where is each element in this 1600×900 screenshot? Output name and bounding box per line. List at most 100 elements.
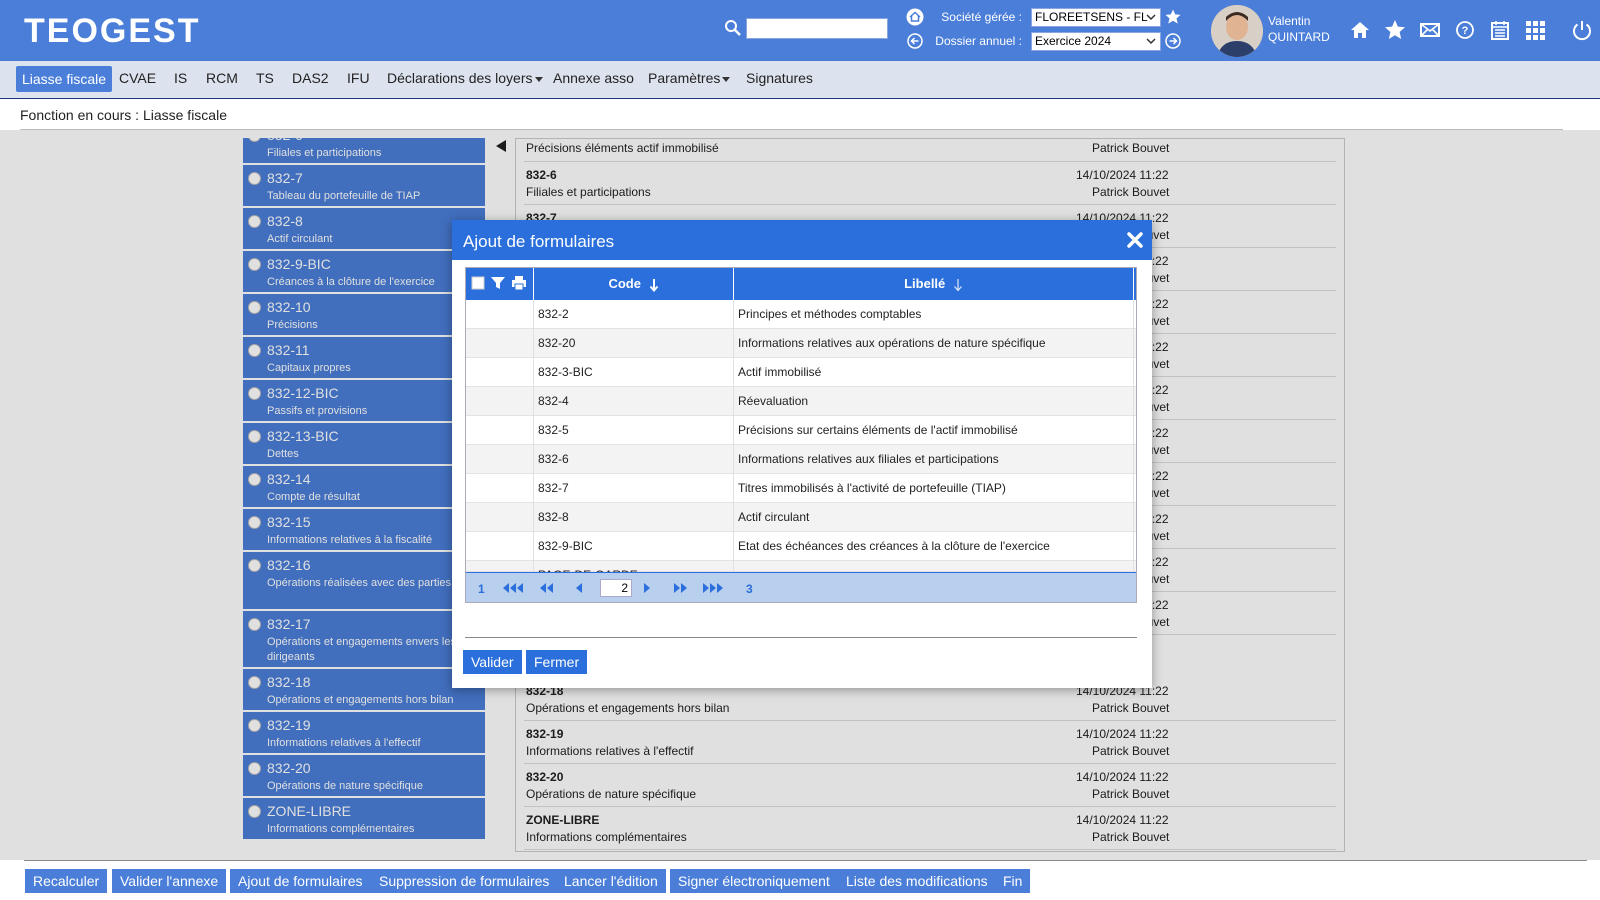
delete-forms-button[interactable]: Suppression de formulaires bbox=[371, 869, 558, 893]
star-favorite-icon[interactable] bbox=[1164, 8, 1182, 26]
main-menu: Liasse fiscale CVAE IS RCM TS DAS2 IFU D… bbox=[0, 61, 1600, 99]
launch-edition-button[interactable]: Lancer l'édition bbox=[556, 869, 666, 893]
forms-grid: Code Libellé 832-2 Principes et méthodes … bbox=[465, 267, 1137, 603]
cell-libelle: Informations relatives aux opérations de… bbox=[734, 329, 1134, 358]
apps-grid-icon[interactable] bbox=[1523, 18, 1547, 42]
societe-label: Société gérée : bbox=[941, 10, 1022, 24]
arrow-right-circle-icon[interactable] bbox=[1164, 32, 1182, 50]
cell-libelle: Titres immobilisés à l'activité de porte… bbox=[734, 474, 1134, 503]
filter-icon[interactable] bbox=[490, 275, 506, 291]
table-row[interactable]: 832-5 Précisions sur certains éléments de… bbox=[466, 416, 1136, 445]
search-icon[interactable] bbox=[724, 19, 742, 37]
add-forms-button[interactable]: Ajout de formulaires bbox=[230, 869, 371, 893]
cell-code: 832-7 bbox=[534, 474, 734, 503]
cell-code: 832-2 bbox=[534, 300, 734, 329]
dialog-title: Ajout de formulaires bbox=[463, 232, 615, 251]
recalculate-button[interactable]: Recalculer bbox=[25, 869, 108, 893]
cell-code: 832-9-BIC bbox=[534, 532, 734, 561]
top-header: TEOGEST Société gérée : FLOREETSENS - FL… bbox=[0, 0, 1600, 61]
avatar-portrait bbox=[1211, 5, 1263, 57]
validate-annex-button[interactable]: Valider l'annexe bbox=[112, 869, 227, 893]
cell-code: 832-3-BIC bbox=[534, 358, 734, 387]
prev-block-icon[interactable] bbox=[539, 582, 555, 594]
finish-button[interactable]: Fin bbox=[995, 869, 1031, 893]
svg-text:?: ? bbox=[1462, 25, 1469, 37]
table-row[interactable]: 832-8 Actif circulant bbox=[466, 503, 1136, 532]
validate-button[interactable]: Valider bbox=[463, 650, 522, 674]
page-input[interactable]: 2 bbox=[600, 579, 632, 597]
prev-page-icon[interactable] bbox=[574, 582, 584, 594]
select-all-checkbox[interactable] bbox=[470, 275, 486, 291]
table-row[interactable]: 832-3-BIC Actif immobilisé bbox=[466, 358, 1136, 387]
close-icon[interactable] bbox=[1125, 230, 1145, 250]
cell-code: 832-8 bbox=[534, 503, 734, 532]
home-icon[interactable] bbox=[1348, 18, 1372, 42]
close-button[interactable]: Fermer bbox=[526, 650, 588, 674]
mail-icon[interactable] bbox=[1418, 18, 1442, 42]
menu-das2[interactable]: DAS2 bbox=[292, 70, 329, 86]
table-row[interactable]: 832-9-BIC Etat des échéances des créances… bbox=[466, 532, 1136, 561]
menu-is[interactable]: IS bbox=[174, 70, 187, 86]
cell-libelle: Précisions sur certains éléments de l'ac… bbox=[734, 416, 1134, 445]
menu-cvae[interactable]: CVAE bbox=[119, 70, 156, 86]
menu-ts[interactable]: TS bbox=[256, 70, 274, 86]
menu-signatures[interactable]: Signatures bbox=[746, 70, 813, 86]
cell-libelle: Actif immobilisé bbox=[734, 358, 1134, 387]
table-row[interactable]: 832-6 Informations relatives aux filiales… bbox=[466, 445, 1136, 474]
last-page-icon[interactable] bbox=[702, 582, 724, 594]
col-header-libelle[interactable]: Libellé bbox=[734, 268, 1134, 300]
next-page-icon[interactable] bbox=[642, 582, 652, 594]
row-select-cell[interactable] bbox=[466, 387, 534, 416]
menu-liasse-fiscale[interactable]: Liasse fiscale bbox=[16, 66, 113, 92]
table-row[interactable]: 832-4 Réevaluation bbox=[466, 387, 1136, 416]
cell-libelle: Principes et méthodes comptables bbox=[734, 300, 1134, 329]
row-select-cell[interactable] bbox=[466, 445, 534, 474]
power-icon[interactable] bbox=[1570, 18, 1594, 42]
divider bbox=[465, 637, 1137, 638]
table-row[interactable]: 832-7 Titres immobilisés à l'activité de … bbox=[466, 474, 1136, 503]
row-select-cell[interactable] bbox=[466, 329, 534, 358]
help-icon[interactable]: ? bbox=[1453, 18, 1477, 42]
dialog-header: Ajout de formulaires bbox=[452, 220, 1152, 260]
table-row[interactable]: 832-2 Principes et méthodes comptables bbox=[466, 300, 1136, 329]
breadcrumb: Fonction en cours : Liasse fiscale bbox=[20, 107, 227, 123]
user-avatar[interactable] bbox=[1211, 5, 1263, 57]
first-page-icon[interactable] bbox=[502, 582, 524, 594]
user-last-name: QUINTARD bbox=[1268, 30, 1330, 44]
menu-rcm[interactable]: RCM bbox=[206, 70, 238, 86]
col-header-libelle-label: Libellé bbox=[904, 276, 946, 291]
col-header-code-label: Code bbox=[608, 276, 641, 291]
calendar-icon[interactable] bbox=[1488, 18, 1512, 42]
menu-declarations-loyers[interactable]: Déclarations des loyers bbox=[387, 70, 543, 86]
menu-parametres[interactable]: Paramètres bbox=[648, 70, 731, 86]
grid-header: Code Libellé bbox=[466, 268, 1136, 300]
user-name[interactable]: Valentin QUINTARD bbox=[1268, 13, 1330, 45]
menu-ifu[interactable]: IFU bbox=[347, 70, 370, 86]
add-forms-dialog: Ajout de formulaires Code Libellé 832-2 … bbox=[452, 220, 1152, 688]
app-logo[interactable]: TEOGEST bbox=[24, 12, 200, 51]
row-select-cell[interactable] bbox=[466, 474, 534, 503]
page-first-number[interactable]: 1 bbox=[478, 582, 485, 596]
row-select-cell[interactable] bbox=[466, 416, 534, 445]
print-icon[interactable] bbox=[511, 275, 527, 291]
row-select-cell[interactable] bbox=[466, 532, 534, 561]
cell-libelle: Informations relatives aux filiales et p… bbox=[734, 445, 1134, 474]
cell-code: 832-6 bbox=[534, 445, 734, 474]
sort-down-icon bbox=[953, 278, 962, 291]
table-row[interactable]: 832-20 Informations relatives aux opérati… bbox=[466, 329, 1136, 358]
row-select-cell[interactable] bbox=[466, 358, 534, 387]
societe-select[interactable]: FLOREETSENS - FL bbox=[1031, 8, 1161, 27]
row-select-cell[interactable] bbox=[466, 503, 534, 532]
star-icon[interactable] bbox=[1383, 18, 1407, 42]
changes-list-button[interactable]: Liste des modifications bbox=[838, 869, 996, 893]
sign-electronically-button[interactable]: Signer électroniquement bbox=[670, 869, 838, 893]
col-header-code[interactable]: Code bbox=[534, 268, 734, 300]
page-last-number[interactable]: 3 bbox=[746, 582, 753, 596]
dossier-select[interactable]: Exercice 2024 bbox=[1031, 32, 1161, 51]
next-block-icon[interactable] bbox=[672, 582, 688, 594]
menu-annexe-asso[interactable]: Annexe asso bbox=[553, 70, 634, 86]
cell-code: 832-20 bbox=[534, 329, 734, 358]
table-row[interactable]: PAGE-DE-GARDE bbox=[466, 561, 1136, 590]
row-select-cell[interactable] bbox=[466, 300, 534, 329]
search-input[interactable] bbox=[746, 18, 888, 39]
